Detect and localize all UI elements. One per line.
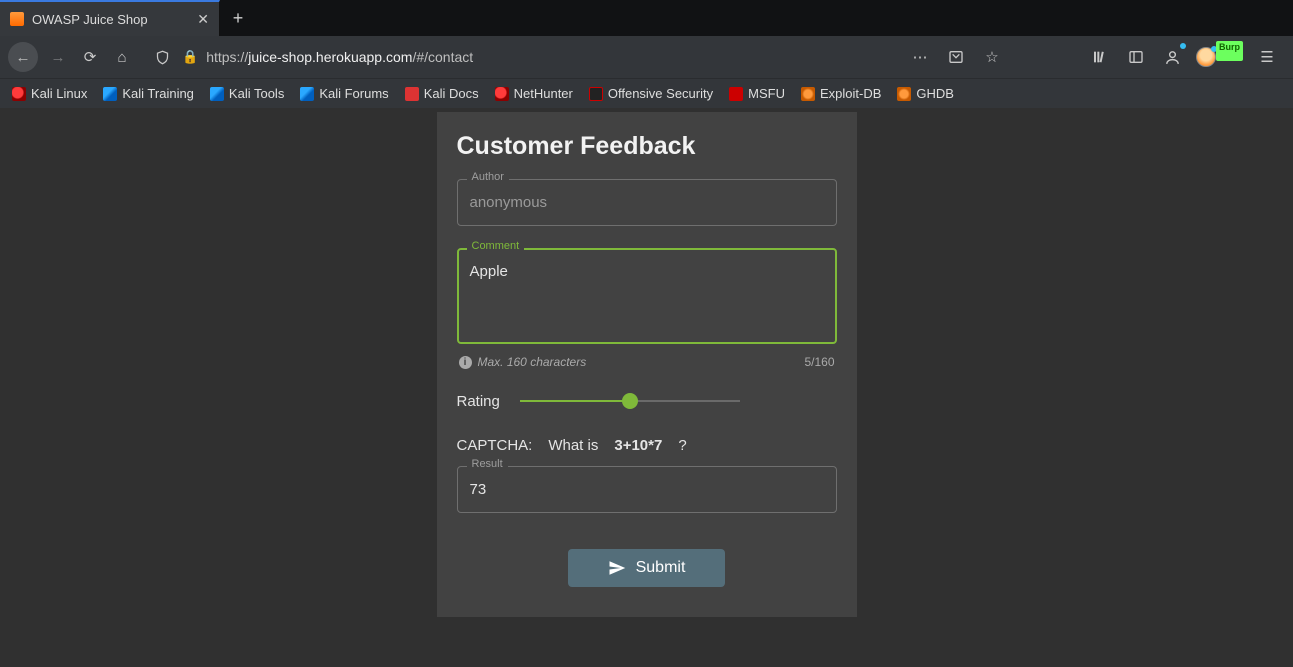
profile-avatar[interactable] — [1196, 47, 1216, 67]
slider-thumb[interactable] — [622, 393, 638, 409]
url-host: juice-shop.herokuapp.com — [248, 49, 412, 65]
bookmark-label: Kali Linux — [31, 86, 87, 101]
browser-toolbar: ← → ⟳ ⌂ 🔒 https://juice-shop.herokuapp.c… — [0, 36, 1293, 78]
result-label: Result — [467, 458, 508, 470]
send-icon — [608, 559, 626, 577]
bookmark-star-icon[interactable]: ☆ — [980, 45, 1004, 69]
info-icon: i — [459, 356, 472, 369]
comment-field: Comment Apple iMax. 160 characters 5/160 — [457, 248, 837, 369]
result-field: Result — [457, 466, 837, 513]
bookmark-ghdb[interactable]: GHDB — [891, 83, 960, 104]
bookmark-exploit-db[interactable]: Exploit-DB — [795, 83, 887, 104]
page-title: Customer Feedback — [457, 132, 837, 161]
bookmark-label: Kali Forums — [319, 86, 388, 101]
library-icon[interactable] — [1088, 45, 1112, 69]
page-viewport: Customer Feedback Author Comment Apple i… — [0, 108, 1293, 667]
bookmark-offensive-security[interactable]: Offensive Security — [583, 83, 719, 104]
captcha-prompt: What is — [548, 437, 598, 454]
author-input — [457, 179, 837, 226]
new-tab-button[interactable]: + — [220, 0, 256, 36]
ribbon-icon — [729, 87, 743, 101]
bookmark-kali-docs[interactable]: Kali Docs — [399, 83, 485, 104]
tab-strip: OWASP Juice Shop ✕ + — [0, 0, 1293, 36]
dragon-icon — [495, 87, 509, 101]
bookmark-kali-training[interactable]: Kali Training — [97, 83, 200, 104]
bookmark-kali-tools[interactable]: Kali Tools — [204, 83, 290, 104]
bookmark-kali-forums[interactable]: Kali Forums — [294, 83, 394, 104]
result-input[interactable] — [457, 466, 837, 513]
bookmark-label: Kali Tools — [229, 86, 284, 101]
tab-favicon — [10, 12, 24, 26]
bookmark-nethunter[interactable]: NetHunter — [489, 83, 579, 104]
bookmark-label: MSFU — [748, 86, 785, 101]
reload-button[interactable]: ⟳ — [78, 45, 102, 69]
comment-hint: Max. 160 characters — [478, 355, 587, 369]
comment-label: Comment — [467, 240, 525, 252]
shield-icon[interactable] — [150, 45, 174, 69]
bookmark-label: NetHunter — [514, 86, 573, 101]
page-actions-icon[interactable]: ⋯ — [908, 45, 932, 69]
tab-title: OWASP Juice Shop — [32, 12, 189, 27]
url-scheme: https:// — [206, 49, 248, 65]
dragon-icon — [210, 87, 224, 101]
spider-icon — [801, 87, 815, 101]
back-button[interactable]: ← — [8, 42, 38, 72]
home-button[interactable]: ⌂ — [110, 45, 134, 69]
comment-input[interactable]: Apple — [457, 248, 837, 344]
submit-label: Submit — [636, 559, 686, 577]
author-label: Author — [467, 171, 509, 183]
bookmark-msfu[interactable]: MSFU — [723, 83, 791, 104]
bookmarks-bar: Kali Linux Kali Training Kali Tools Kali… — [0, 78, 1293, 108]
docs-icon — [405, 87, 419, 101]
spider-icon — [897, 87, 911, 101]
close-tab-icon[interactable]: ✕ — [197, 11, 209, 28]
feedback-card: Customer Feedback Author Comment Apple i… — [437, 112, 857, 617]
forward-button[interactable]: → — [46, 45, 70, 69]
shield-icon — [589, 87, 603, 101]
browser-tab[interactable]: OWASP Juice Shop ✕ — [0, 0, 220, 36]
author-field: Author — [457, 179, 837, 226]
submit-button[interactable]: Submit — [568, 549, 726, 587]
slider-fill — [520, 400, 630, 402]
dragon-icon — [12, 87, 26, 101]
url-path: /#/contact — [412, 49, 473, 65]
captcha-label: CAPTCHA: — [457, 437, 533, 454]
bookmark-kali-linux[interactable]: Kali Linux — [6, 83, 93, 104]
captcha-expression: 3+10*7 — [614, 437, 662, 454]
rating-label: Rating — [457, 393, 500, 410]
rating-slider[interactable] — [520, 391, 740, 411]
sidebar-icon[interactable] — [1124, 45, 1148, 69]
address-bar[interactable]: 🔒 https://juice-shop.herokuapp.com/#/con… — [144, 45, 898, 69]
url-text: https://juice-shop.herokuapp.com/#/conta… — [206, 49, 473, 65]
dragon-icon — [103, 87, 117, 101]
bookmark-label: Exploit-DB — [820, 86, 881, 101]
lock-icon: 🔒 — [182, 49, 198, 65]
dragon-icon — [300, 87, 314, 101]
captcha-question-mark: ? — [678, 437, 686, 454]
burp-badge: Burp — [1216, 41, 1243, 61]
menu-icon[interactable]: ☰ — [1255, 45, 1279, 69]
bookmark-label: Kali Docs — [424, 86, 479, 101]
comment-counter: 5/160 — [804, 355, 834, 369]
reader-icon[interactable] — [944, 45, 968, 69]
bookmark-label: Kali Training — [122, 86, 194, 101]
account-icon[interactable] — [1160, 45, 1184, 69]
bookmark-label: Offensive Security — [608, 86, 713, 101]
bookmark-label: GHDB — [916, 86, 954, 101]
